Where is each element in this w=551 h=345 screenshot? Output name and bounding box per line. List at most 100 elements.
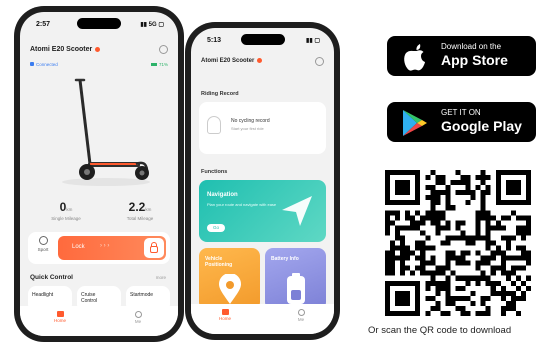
battery-info-card[interactable]: Battery Info (265, 248, 326, 310)
qr-module (500, 255, 506, 261)
tab-me[interactable]: Me (118, 311, 158, 324)
riding-record-card[interactable]: No cycling record Start your first ride (199, 102, 326, 154)
qr-module (415, 185, 421, 191)
qr-module (495, 170, 501, 176)
vehicle-positioning-card[interactable]: Vehicle Positioning (199, 248, 260, 310)
qr-module (410, 200, 416, 206)
qr-module (485, 310, 491, 316)
riding-record-title: Riding Record (201, 91, 239, 97)
qr-module (435, 305, 441, 311)
qr-module (435, 280, 441, 286)
qr-module (525, 255, 531, 261)
quick-control-more-link[interactable]: more (156, 275, 166, 280)
qr-module (445, 200, 451, 206)
qr-module (470, 240, 476, 246)
qr-module (485, 220, 491, 226)
qr-module (520, 230, 526, 236)
phone-home-screen: 2:57 ▮▮ 5G ▢ Atomi E20 Scooter Connected… (14, 6, 184, 342)
qr-module (405, 210, 411, 216)
qr-module (430, 215, 436, 221)
qr-module (395, 180, 401, 186)
qr-module (400, 260, 406, 266)
qr-module (415, 245, 421, 251)
qr-module (420, 240, 426, 246)
qr-module (510, 185, 516, 191)
qr-module (405, 280, 411, 286)
app-store-badge[interactable]: Download on the App Store (387, 36, 536, 76)
qr-module (500, 310, 506, 316)
lock-slider[interactable]: Lock › › › (58, 236, 166, 260)
qr-module (500, 250, 506, 256)
qr-module (415, 300, 421, 306)
speed-mode-icon (38, 236, 48, 245)
tab-home[interactable]: Home (40, 311, 80, 323)
alert-dot-icon (257, 58, 263, 63)
headlight-label: Headlight (32, 292, 54, 298)
qr-module (515, 275, 521, 281)
qr-module (515, 285, 521, 291)
tab-me[interactable]: Me (281, 309, 321, 322)
qr-module (385, 310, 391, 316)
qr-module (420, 250, 426, 256)
qr-module (405, 310, 411, 316)
qr-module (440, 210, 446, 216)
qr-module (515, 255, 521, 261)
qr-module (510, 190, 516, 196)
navigation-card[interactable]: Navigation Plan your route and navigate … (199, 180, 326, 242)
qr-module (395, 210, 401, 216)
qr-module (395, 255, 401, 261)
vehicle-positioning-label: Vehicle Positioning (205, 256, 233, 268)
google-play-badge[interactable]: GET IT ON Google Play (387, 102, 536, 142)
download-qr-code[interactable] (385, 170, 531, 316)
qr-module (405, 225, 411, 231)
qr-module (460, 285, 466, 291)
qr-module (475, 250, 481, 256)
qr-module (495, 190, 501, 196)
qr-module (485, 295, 491, 301)
tab-me-label: Me (134, 319, 142, 324)
qr-module (500, 270, 506, 276)
qr-module (395, 200, 401, 206)
qr-module (505, 240, 511, 246)
qr-module (525, 180, 531, 186)
scooter-title[interactable]: Atomi E20 Scooter (30, 46, 101, 53)
qr-module (445, 205, 451, 211)
qr-module (400, 290, 406, 296)
scooter-title[interactable]: Atomi E20 Scooter (201, 58, 263, 64)
qr-module (460, 295, 466, 301)
tab-home[interactable]: Home (205, 309, 245, 321)
cruise-control-label: Cruise Control (81, 292, 98, 304)
qr-module (495, 290, 501, 296)
qr-module (490, 290, 496, 296)
qr-module (390, 210, 396, 216)
mode-selector[interactable]: Sport (32, 236, 54, 252)
qr-module (405, 215, 411, 221)
qr-module (385, 230, 391, 236)
qr-module (420, 260, 426, 266)
profile-icon (297, 309, 305, 316)
qr-module (505, 290, 511, 296)
qr-module (440, 310, 446, 316)
tab-home-label: Home (53, 318, 66, 323)
qr-module (450, 270, 456, 276)
qr-module (410, 220, 416, 226)
qr-module (405, 300, 411, 306)
lock-handle[interactable] (144, 238, 164, 258)
qr-module (495, 195, 501, 201)
qr-module (485, 230, 491, 236)
single-mileage-label: Single Mileage (51, 216, 81, 221)
qr-module (485, 190, 491, 196)
qr-module (415, 170, 421, 176)
qr-module (390, 270, 396, 276)
navigation-go-button[interactable]: Go (207, 224, 225, 232)
lock-label: Lock (72, 244, 85, 250)
settings-icon[interactable] (315, 57, 324, 66)
home-icon (221, 309, 229, 315)
qr-module (385, 305, 391, 311)
qr-module (430, 170, 436, 176)
qr-module (445, 260, 451, 266)
settings-icon[interactable] (159, 45, 168, 54)
qr-module (430, 255, 436, 261)
qr-module (510, 200, 516, 206)
qr-module (415, 280, 421, 286)
